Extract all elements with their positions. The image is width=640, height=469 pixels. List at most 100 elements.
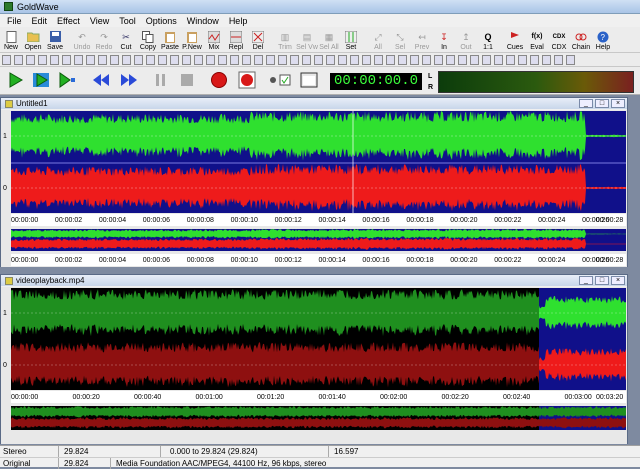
copy-button[interactable]: Copy <box>137 26 159 52</box>
effect-button[interactable] <box>98 54 107 65</box>
effect-button[interactable] <box>338 54 347 65</box>
paste-button[interactable]: Paste <box>159 26 181 52</box>
mix-button[interactable]: Mix <box>203 26 225 52</box>
undo-button[interactable]: ↶ Undo <box>71 26 93 52</box>
menu-edit[interactable]: Edit <box>27 16 53 26</box>
effect-button[interactable] <box>290 54 299 65</box>
effect-button[interactable] <box>50 54 59 65</box>
effect-button[interactable] <box>542 54 551 65</box>
effect-button[interactable] <box>62 54 71 65</box>
effect-button[interactable] <box>302 54 311 65</box>
record-button[interactable] <box>236 70 258 92</box>
trim-button[interactable]: ▥ Trim <box>274 26 296 52</box>
effect-button[interactable] <box>422 54 431 65</box>
sound-window-untitled1[interactable]: Untitled1 _ □ × 1 0 00:00:00 00:00:02 00:0… <box>0 97 628 267</box>
effect-button[interactable] <box>398 54 407 65</box>
delete-button[interactable]: Del <box>247 26 269 52</box>
maximize-button[interactable]: □ <box>595 276 609 285</box>
effect-button[interactable] <box>170 54 179 65</box>
effect-button[interactable] <box>206 54 215 65</box>
effect-button[interactable] <box>266 54 275 65</box>
zoom-sel-button[interactable]: ⤡ Sel <box>389 26 411 52</box>
effect-button[interactable] <box>194 54 203 65</box>
fast-forward-button[interactable] <box>118 70 140 92</box>
play-from-button[interactable] <box>56 70 78 92</box>
close-button[interactable]: × <box>611 99 625 108</box>
effect-button[interactable] <box>326 54 335 65</box>
menu-help[interactable]: Help <box>224 16 253 26</box>
effect-button[interactable] <box>254 54 263 65</box>
effect-button[interactable] <box>218 54 227 65</box>
effect-button[interactable] <box>14 54 23 65</box>
zoom-in-button[interactable]: ↧ In <box>433 26 455 52</box>
effect-button[interactable] <box>26 54 35 65</box>
effect-button[interactable] <box>158 54 167 65</box>
effect-button[interactable] <box>410 54 419 65</box>
effect-button[interactable] <box>74 54 83 65</box>
effect-button[interactable] <box>110 54 119 65</box>
zoom-all-button[interactable]: ⤢ All <box>367 26 389 52</box>
menu-options[interactable]: Options <box>141 16 182 26</box>
effect-button[interactable] <box>470 54 479 65</box>
select-view-button[interactable]: ▤ Sel Vw <box>296 26 318 52</box>
waveform-area[interactable]: 1 0 <box>1 110 627 267</box>
effect-button[interactable] <box>458 54 467 65</box>
sound-window-videoplayback[interactable]: videoplayback.mp4 _ □ × 1 0 00:00:00 00:0… <box>0 274 628 444</box>
effect-button[interactable] <box>242 54 251 65</box>
chain-button[interactable]: Chain <box>570 26 592 52</box>
effect-button[interactable] <box>530 54 539 65</box>
effect-button[interactable] <box>482 54 491 65</box>
effect-button[interactable] <box>2 54 11 65</box>
eval-button[interactable]: f(x) Eval <box>526 26 548 52</box>
menu-view[interactable]: View <box>85 16 114 26</box>
menu-window[interactable]: Window <box>182 16 224 26</box>
effect-button[interactable] <box>230 54 239 65</box>
cdx-button[interactable]: CDX CDX <box>548 26 570 52</box>
open-button[interactable]: Open <box>22 26 44 52</box>
maximize-button[interactable]: □ <box>595 99 609 108</box>
effect-button[interactable] <box>434 54 443 65</box>
record-selection-button[interactable] <box>208 70 230 92</box>
zoom-out-button[interactable]: ↥ Out <box>455 26 477 52</box>
menu-effect[interactable]: Effect <box>52 16 85 26</box>
cues-button[interactable]: Cues <box>504 26 526 52</box>
menu-file[interactable]: File <box>2 16 27 26</box>
play-button[interactable] <box>4 70 26 92</box>
menu-tool[interactable]: Tool <box>114 16 141 26</box>
pause-button[interactable] <box>150 70 172 92</box>
zoom-prev-button[interactable]: ↤ Prev <box>411 26 433 52</box>
set-button[interactable]: Set <box>340 26 362 52</box>
help-button[interactable]: ? Help <box>592 26 614 52</box>
effect-button[interactable] <box>122 54 131 65</box>
effect-button[interactable] <box>86 54 95 65</box>
effect-button[interactable] <box>314 54 323 65</box>
paste-new-button[interactable]: P.New <box>181 26 203 52</box>
save-button[interactable]: Save <box>44 26 66 52</box>
effect-button[interactable] <box>362 54 371 65</box>
effect-button[interactable] <box>566 54 575 65</box>
control-properties-button[interactable] <box>298 70 320 92</box>
cut-button[interactable]: ✂ Cut <box>115 26 137 52</box>
new-button[interactable]: New <box>0 26 22 52</box>
effect-button[interactable] <box>494 54 503 65</box>
select-all-button[interactable]: ▦ Sel All <box>318 26 340 52</box>
waveform-area[interactable]: 1 0 <box>1 287 627 444</box>
effect-button[interactable] <box>278 54 287 65</box>
effect-button[interactable] <box>518 54 527 65</box>
effect-button[interactable] <box>350 54 359 65</box>
effect-button[interactable] <box>386 54 395 65</box>
stop-button[interactable] <box>176 70 198 92</box>
effect-button[interactable] <box>182 54 191 65</box>
redo-button[interactable]: ↷ Redo <box>93 26 115 52</box>
effect-button[interactable] <box>38 54 47 65</box>
effect-button[interactable] <box>506 54 515 65</box>
minimize-button[interactable]: _ <box>579 276 593 285</box>
effect-button[interactable] <box>146 54 155 65</box>
replace-button[interactable]: Repl <box>225 26 247 52</box>
minimize-button[interactable]: _ <box>579 99 593 108</box>
play-selection-button[interactable] <box>30 70 52 92</box>
effect-button[interactable] <box>134 54 143 65</box>
effect-button[interactable] <box>374 54 383 65</box>
monitor-toggle[interactable] <box>266 70 296 92</box>
rewind-button[interactable] <box>90 70 112 92</box>
